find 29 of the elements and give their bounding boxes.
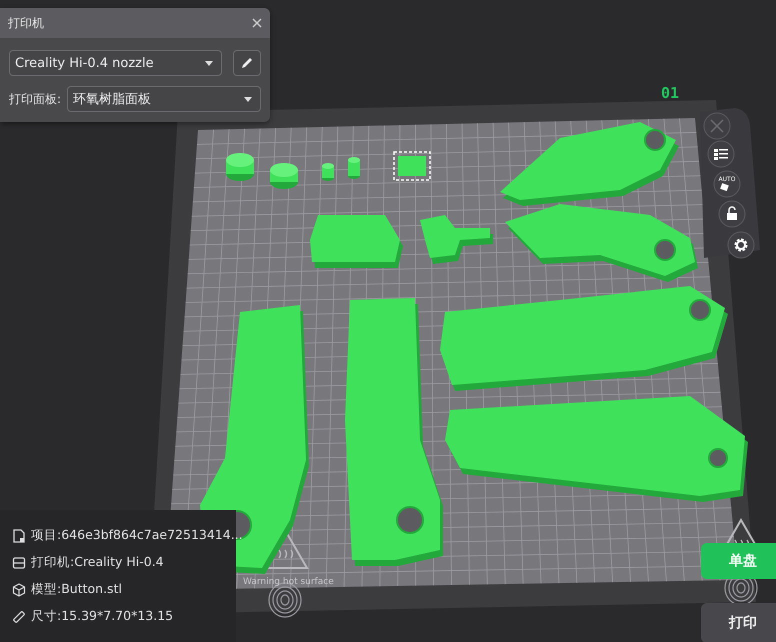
print-button[interactable]: 打印 <box>701 603 776 642</box>
selected-part <box>398 156 426 176</box>
info-text: 项目:646e3bf864c7ae72513414... <box>31 527 243 544</box>
lock-button[interactable] <box>718 200 746 228</box>
caret-icon <box>205 60 213 66</box>
printer-icon <box>12 556 26 570</box>
cylinder-part <box>322 163 334 181</box>
selection-brackets <box>393 151 431 181</box>
edit-button[interactable] <box>233 50 261 76</box>
plate-dropdown[interactable]: 环氧树脂面板 <box>67 86 261 112</box>
info-text: 尺寸:15.39*7.70*13.15 <box>31 608 174 625</box>
warning-label: Warning hot surface <box>243 577 334 587</box>
plate-label: 打印面板: <box>9 90 62 108</box>
info-text: 模型:Button.stl <box>31 581 122 598</box>
info-text: 打印机:Creality Hi-0.4 <box>31 554 164 571</box>
cylinder-part <box>270 163 298 189</box>
list-button[interactable] <box>708 140 734 168</box>
settings-button[interactable] <box>728 232 754 258</box>
cube-icon <box>12 582 26 596</box>
file-icon <box>12 528 26 542</box>
pencil-icon <box>240 56 254 70</box>
close-icon[interactable] <box>252 18 262 28</box>
ruler-icon <box>12 610 26 624</box>
cylinder-part <box>348 157 360 179</box>
plate-number: 01 <box>661 84 680 102</box>
cylinder-part <box>226 153 254 181</box>
caret-icon <box>244 96 252 102</box>
printer-dropdown[interactable]: Creality Hi-0.4 nozzle <box>9 50 222 76</box>
panel-title: 打印机 <box>8 14 44 32</box>
